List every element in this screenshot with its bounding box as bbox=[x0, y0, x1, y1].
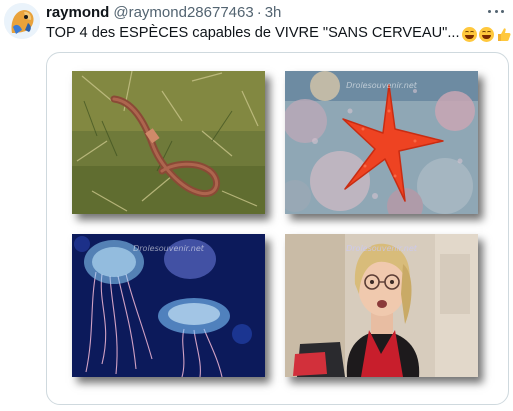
avatar[interactable] bbox=[4, 3, 40, 39]
more-horizontal-icon bbox=[488, 9, 491, 13]
media-image-jellyfish[interactable]: Drolesouvenir.net bbox=[72, 234, 265, 377]
tweet-timestamp[interactable]: 3h bbox=[265, 4, 282, 21]
media-image-earthworm[interactable] bbox=[72, 71, 265, 214]
author-name[interactable]: raymond bbox=[46, 4, 109, 21]
author-handle[interactable]: @raymond28677463 bbox=[113, 4, 253, 21]
laughing-emoji-icon bbox=[478, 26, 494, 42]
watermark: Drolesouvenir.net bbox=[346, 244, 417, 253]
avatar-image bbox=[4, 3, 40, 39]
watermark: Drolesouvenir.net bbox=[133, 244, 204, 253]
watermark: Drolesouvenir.net bbox=[346, 81, 417, 90]
media-image-starfish[interactable]: Drolesouvenir.net bbox=[285, 71, 478, 214]
media-image-person[interactable]: Drolesouvenir.net bbox=[285, 234, 478, 377]
tweet-header: raymond @raymond28677463 · 3h bbox=[46, 4, 281, 22]
more-dot bbox=[501, 9, 504, 13]
tweet-media-card[interactable]: Drolesouvenir.net Drolesouvenir.net Drol… bbox=[46, 52, 509, 405]
more-dot bbox=[494, 9, 498, 13]
thumbs-up-emoji-icon bbox=[497, 27, 511, 42]
more-options-button[interactable] bbox=[487, 4, 505, 18]
laughing-emoji-icon bbox=[461, 26, 477, 42]
tweet-text-content: TOP 4 des ESPÈCES capables de VIVRE "SAN… bbox=[46, 25, 460, 41]
tweet[interactable]: raymond @raymond28677463 · 3h TOP 4 des … bbox=[0, 0, 513, 411]
separator-dot: · bbox=[256, 4, 262, 21]
tweet-text: TOP 4 des ESPÈCES capables de VIVRE "SAN… bbox=[46, 25, 511, 42]
